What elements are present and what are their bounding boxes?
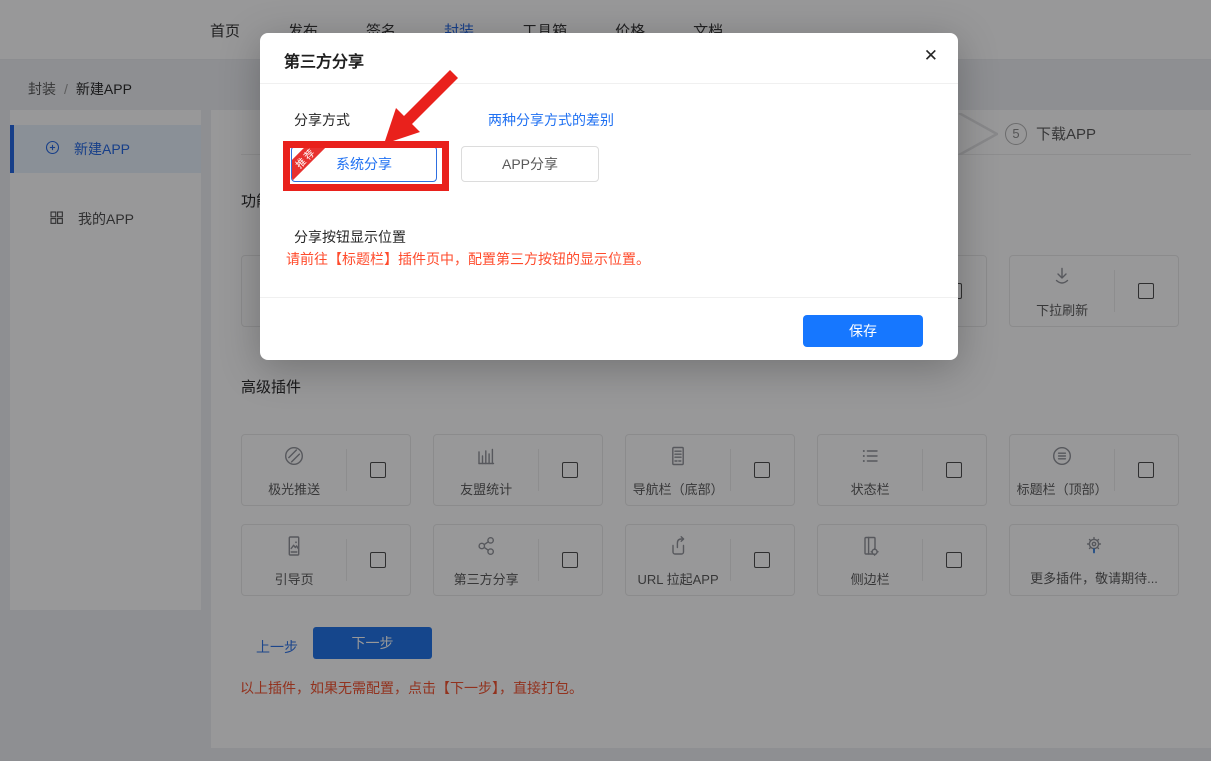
- modal-header-divider: [260, 83, 958, 84]
- close-icon[interactable]: ✕: [924, 46, 938, 66]
- share-option-system[interactable]: 推荐 系统分享: [291, 146, 437, 182]
- recommend-ribbon: 推荐: [291, 146, 332, 182]
- modal-footer-divider: [260, 297, 958, 298]
- share-method-diff-link[interactable]: 两种分享方式的差别: [488, 110, 614, 130]
- share-option-app[interactable]: APP分享: [461, 146, 599, 182]
- share-option-system-label: 系统分享: [336, 156, 392, 172]
- modal-title: 第三方分享: [284, 48, 364, 72]
- share-method-label: 分享方式: [294, 110, 350, 130]
- third-party-share-modal: 第三方分享 ✕ 分享方式 两种分享方式的差别 推荐 系统分享 APP分享 分享按…: [260, 33, 958, 360]
- share-options: 推荐 系统分享 APP分享: [291, 146, 599, 182]
- button-position-note: 请前往【标题栏】插件页中，配置第三方按钮的显示位置。: [286, 249, 650, 269]
- save-button[interactable]: 保存: [803, 315, 923, 347]
- button-position-label: 分享按钮显示位置: [294, 227, 406, 247]
- share-option-app-label: APP分享: [502, 156, 558, 172]
